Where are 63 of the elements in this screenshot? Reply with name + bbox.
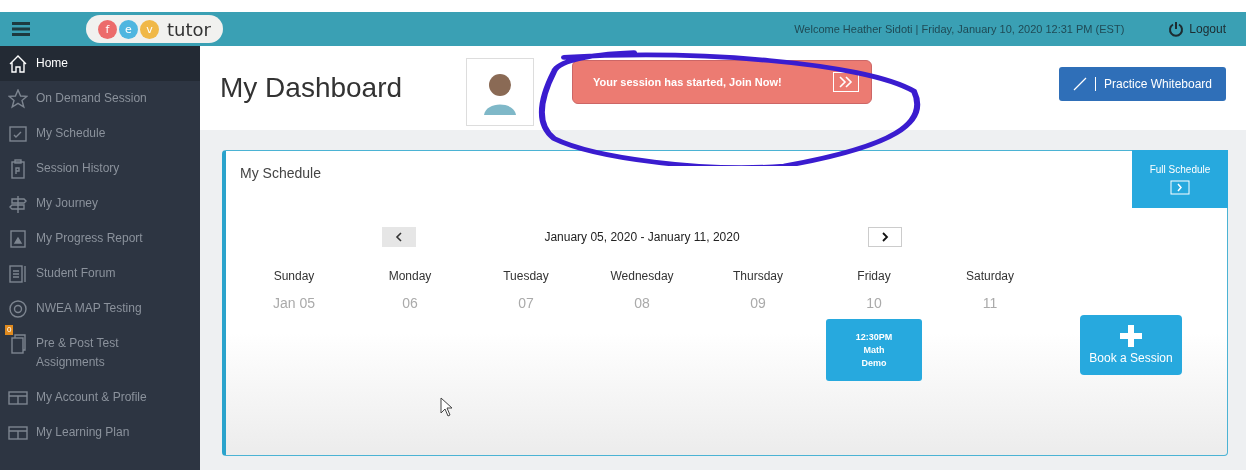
day-name: Saturday	[966, 269, 1014, 283]
sidebar-item[interactable]: My Account & Profile	[0, 380, 200, 415]
logo-letter: f	[98, 19, 117, 39]
menu-icon[interactable]	[12, 22, 30, 36]
pen-stroke-icon	[1072, 77, 1087, 91]
sidebar-item[interactable]: Session History	[0, 151, 200, 186]
day-date: 06	[402, 295, 418, 311]
sidebar-item[interactable]: 0 Pre & Post Test Assignments	[0, 326, 200, 380]
sidebar-item[interactable]: NWEA MAP Testing	[0, 291, 200, 326]
day-name: Tuesday	[503, 269, 549, 283]
practice-whiteboard-button[interactable]: Practice Whiteboard	[1058, 67, 1226, 101]
logo-letter: v	[140, 19, 159, 39]
lifebuoy-icon	[8, 299, 28, 319]
day-name: Wednesday	[610, 269, 674, 283]
sidebar-item[interactable]: Student Forum	[0, 256, 200, 291]
double-chevron-icon	[833, 72, 859, 92]
day-name: Thursday	[733, 269, 783, 283]
day-date: 09	[750, 295, 766, 311]
pages-icon	[8, 334, 28, 354]
report-icon	[8, 229, 28, 249]
logout-link[interactable]: Logout	[1168, 21, 1226, 37]
chevron-box-icon	[1170, 179, 1190, 195]
document-icon	[8, 264, 28, 284]
home-icon	[8, 54, 28, 74]
day-name: Monday	[388, 269, 432, 283]
welcome-text: Welcome Heather Sidoti | Friday, January 10, 2020 12:31 PM (EST)	[794, 23, 1125, 35]
next-week-button[interactable]	[868, 227, 902, 247]
sidebar-item[interactable]: My Progress Report	[0, 221, 200, 256]
day-name: Sunday	[273, 269, 315, 283]
power-icon	[1168, 21, 1185, 37]
book-session-button[interactable]: Book a Session	[1080, 315, 1182, 375]
day-name: Friday	[857, 269, 891, 283]
session-event[interactable]: 12:30PM Math Demo	[826, 319, 922, 381]
full-schedule-button[interactable]: Full Schedule	[1132, 150, 1228, 208]
day-date: 11	[982, 295, 998, 311]
calendar-icon	[8, 124, 28, 144]
plus-icon	[1120, 325, 1142, 347]
card-icon	[8, 423, 28, 443]
count-badge: 0	[5, 325, 14, 335]
star-icon	[8, 89, 28, 109]
chevron-left-icon	[395, 232, 403, 242]
sidebar-item[interactable]: Home	[0, 46, 200, 81]
join-session-button[interactable]: Your session has started, Join Now!	[572, 60, 872, 104]
card-icon	[8, 388, 28, 408]
logo[interactable]: f e v tutor	[86, 15, 223, 43]
signpost-icon	[8, 194, 28, 214]
clipboard-icon	[8, 159, 28, 179]
logo-letter: e	[119, 19, 138, 39]
mouse-cursor-icon	[440, 397, 454, 417]
sidebar-item[interactable]: My Schedule	[0, 116, 200, 151]
day-date: 10	[866, 295, 882, 311]
chevron-right-icon	[881, 232, 889, 242]
date-range: January 05, 2020 - January 11, 2020	[544, 230, 740, 244]
sidebar-item[interactable]: My Learning Plan	[0, 415, 200, 450]
card-title: My Schedule	[240, 165, 321, 181]
page-title: My Dashboard	[220, 72, 404, 104]
day-date: Jan 05	[272, 295, 315, 311]
previous-week-button[interactable]	[382, 227, 416, 247]
logo-text: tutor	[167, 18, 211, 40]
day-date: 08	[634, 295, 650, 311]
sidebar-item[interactable]: My Journey	[0, 186, 200, 221]
day-date: 07	[518, 295, 534, 311]
sidebar-item[interactable]: On Demand Session	[0, 81, 200, 116]
